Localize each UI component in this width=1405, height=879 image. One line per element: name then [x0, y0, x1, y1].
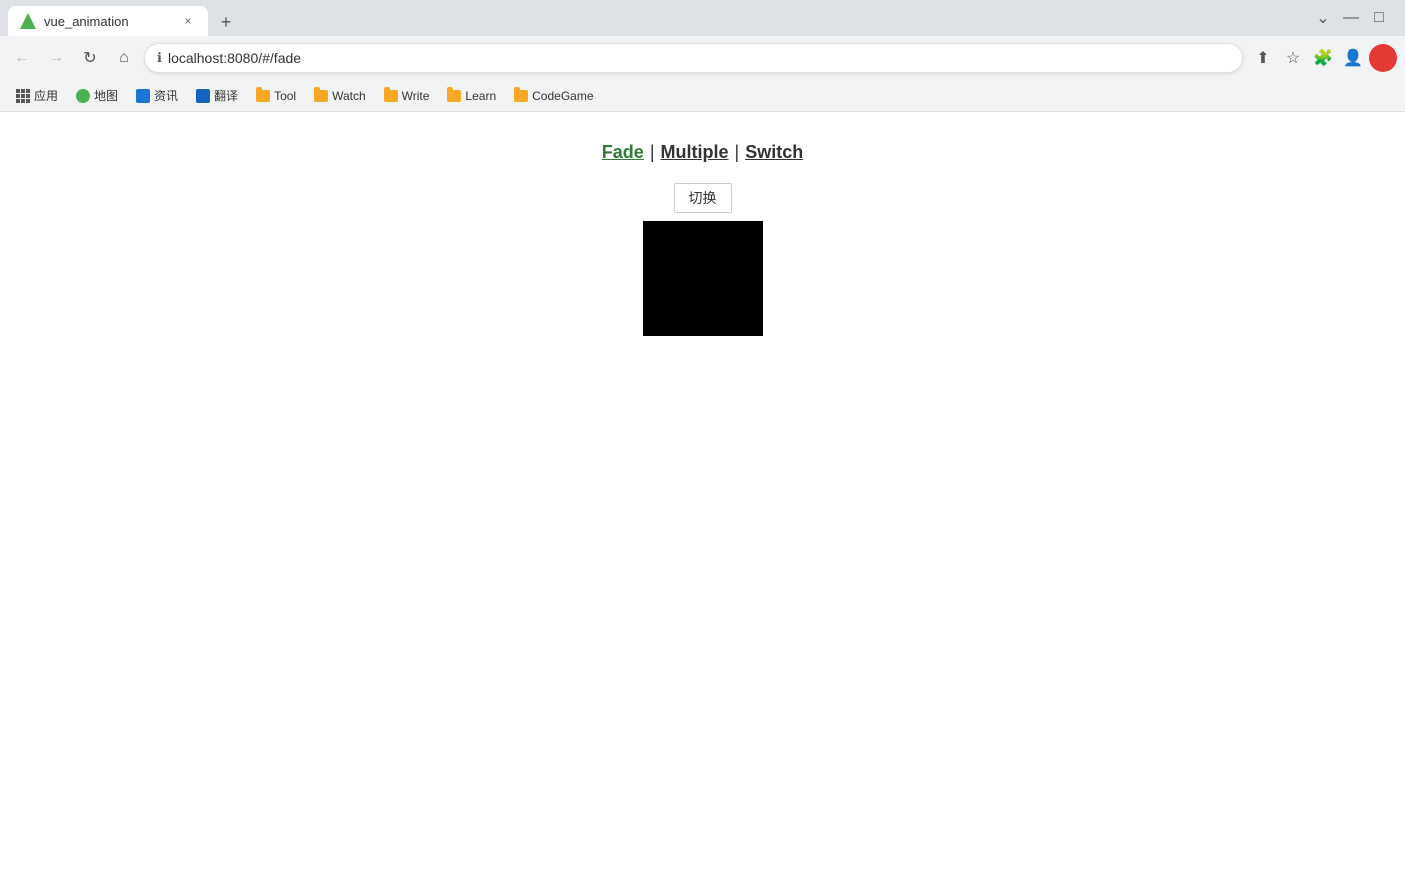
bookmark-codegame-label: CodeGame	[532, 89, 593, 103]
home-button[interactable]: ⌂	[110, 44, 138, 72]
bookmark-apps-label: 应用	[34, 87, 58, 104]
share-button[interactable]: ⬆	[1249, 44, 1277, 72]
new-tab-button[interactable]: +	[212, 8, 240, 36]
folder-icon-watch	[314, 90, 328, 102]
switch-link[interactable]: Switch	[745, 142, 803, 163]
bookmark-button[interactable]: ☆	[1279, 44, 1307, 72]
bookmark-write[interactable]: Write	[376, 84, 438, 108]
folder-icon-write	[384, 90, 398, 102]
tab-title: vue_animation	[44, 14, 129, 29]
bookmark-write-label: Write	[402, 89, 430, 103]
apps-icon	[16, 89, 30, 103]
page-content: Fade | Multiple | Switch 切换	[0, 112, 1405, 879]
refresh-button[interactable]: ↻	[76, 44, 104, 72]
tab-close-button[interactable]: ×	[180, 13, 196, 29]
bookmark-learn[interactable]: Learn	[439, 84, 504, 108]
title-bar: vue_animation × + ⌄ — □	[0, 0, 1405, 36]
bookmark-news[interactable]: 资讯	[128, 84, 186, 108]
nav-bar: ← → ↻ ⌂ ℹ localhost:8080/#/fade ⬆ ☆ 🧩 👤	[0, 36, 1405, 80]
bookmark-translate-label: 翻译	[214, 87, 238, 104]
tab-favicon	[20, 13, 36, 29]
folder-icon-codegame	[514, 90, 528, 102]
bookmark-watch-label: Watch	[332, 89, 366, 103]
folder-icon-learn	[447, 90, 461, 102]
bookmark-translate[interactable]: 翻译	[188, 84, 246, 108]
extensions-button[interactable]: 🧩	[1309, 44, 1337, 72]
separator-2: |	[735, 142, 740, 163]
bookmark-tool-label: Tool	[274, 89, 296, 103]
url-text: localhost:8080/#/fade	[168, 50, 301, 66]
forward-button[interactable]: →	[42, 44, 70, 72]
profile-button[interactable]: 👤	[1339, 44, 1367, 72]
maps-icon	[76, 89, 90, 103]
maximize-button[interactable]: □	[1369, 9, 1389, 27]
address-bar[interactable]: ℹ localhost:8080/#/fade	[144, 43, 1243, 73]
nav-actions: ⬆ ☆ 🧩 👤	[1249, 44, 1397, 72]
back-button[interactable]: ←	[8, 44, 36, 72]
separator-1: |	[650, 142, 655, 163]
page-nav-links: Fade | Multiple | Switch	[602, 142, 803, 163]
bookmark-tool[interactable]: Tool	[248, 84, 304, 108]
switch-button[interactable]: 切换	[674, 183, 732, 213]
bookmark-maps-label: 地图	[94, 87, 118, 104]
bookmark-watch[interactable]: Watch	[306, 84, 374, 108]
news-icon	[136, 89, 150, 103]
window-controls: ⌄ — □	[1313, 8, 1397, 28]
bookmark-learn-label: Learn	[465, 89, 496, 103]
lock-icon: ℹ	[157, 50, 162, 66]
active-tab[interactable]: vue_animation ×	[8, 6, 208, 36]
bookmark-codegame[interactable]: CodeGame	[506, 84, 601, 108]
minimize-button[interactable]: —	[1341, 9, 1361, 27]
animation-box	[643, 221, 763, 336]
bookmark-apps[interactable]: 应用	[8, 84, 66, 108]
folder-icon-tool	[256, 90, 270, 102]
chrome-window: vue_animation × + ⌄ — □ ← → ↻ ⌂ ℹ localh…	[0, 0, 1405, 879]
bookmark-news-label: 资讯	[154, 87, 178, 104]
tab-list-button[interactable]: ⌄	[1313, 8, 1333, 28]
user-avatar[interactable]	[1369, 44, 1397, 72]
bookmark-maps[interactable]: 地图	[68, 84, 126, 108]
tab-strip: vue_animation × +	[8, 0, 1309, 36]
fade-link[interactable]: Fade	[602, 142, 644, 163]
multiple-link[interactable]: Multiple	[661, 142, 729, 163]
bookmarks-bar: 应用 地图 资讯 翻译 Tool Watch Write Learn	[0, 80, 1405, 112]
translate-icon	[196, 89, 210, 103]
